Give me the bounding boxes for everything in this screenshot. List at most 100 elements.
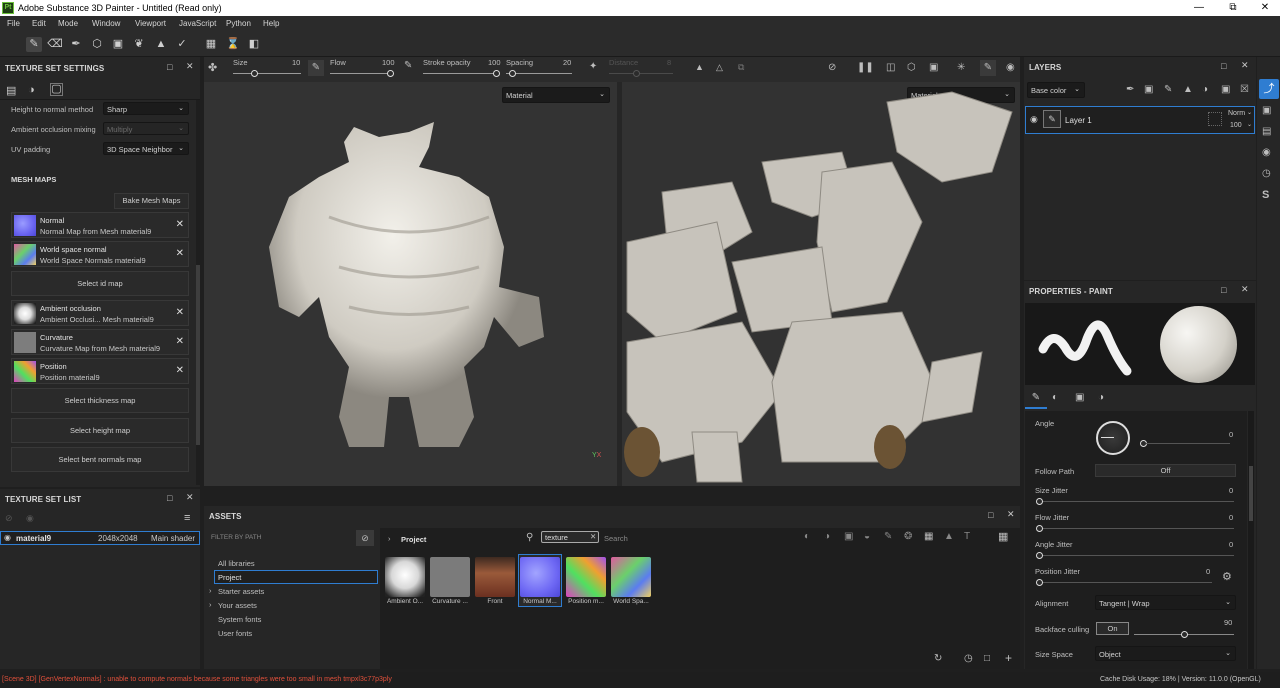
layer-opacity[interactable]: 100 (1230, 122, 1242, 129)
size-slider[interactable] (233, 73, 301, 74)
display-settings-icon[interactable]: ▣ (1262, 105, 1271, 116)
flow-jitter-slider[interactable] (1038, 528, 1234, 529)
add-mask-icon[interactable]: ▣ (1144, 84, 1153, 95)
select-bent-normals-map-button[interactable]: Select bent normals map (11, 447, 189, 472)
filter-brushes-icon[interactable]: ✎ (884, 531, 892, 542)
size-space-dropdown[interactable]: Object ⌄ (1095, 646, 1236, 661)
viewport-3d-mode-dropdown[interactable]: Material ⌄ (502, 87, 610, 103)
layer-visibility-eye-icon[interactable]: ◉ (1030, 114, 1038, 125)
menu-window[interactable]: Window (92, 19, 120, 28)
paint-brush-icon[interactable]: ✎ (26, 37, 42, 52)
grid-view-icon[interactable]: ▦ (998, 530, 1008, 543)
add-effect-icon[interactable]: ✒ (1126, 84, 1134, 95)
shading-tab-icon[interactable]: ◑ (28, 84, 35, 96)
follow-path-toggle[interactable]: Off (1095, 464, 1236, 477)
close-panel-icon[interactable]: ✕ (1007, 509, 1015, 520)
add-icon[interactable]: + (1005, 651, 1012, 665)
mesh-maps-tab-icon[interactable]: ▢ (50, 83, 63, 96)
history-panel-icon[interactable]: ◷ (1262, 168, 1271, 179)
chevron-right-icon[interactable]: › (209, 600, 212, 609)
texture-set-row[interactable]: ◉ material9 2048x2048 Main shader (0, 531, 200, 545)
close-panel-icon[interactable]: ✕ (1241, 284, 1249, 295)
backface-culling-handle[interactable] (1181, 631, 1188, 638)
menu-viewport[interactable]: Viewport (135, 19, 166, 28)
status-error-message[interactable]: [Scene 3D] [GenVertexNormals] : unable t… (2, 676, 392, 683)
backface-culling-toggle[interactable]: On (1096, 622, 1129, 635)
settings-scrollbar-track[interactable] (196, 100, 200, 485)
select-height-map-button[interactable]: Select height map (11, 418, 189, 443)
smudge-icon[interactable]: ❦ (131, 37, 147, 52)
stencil-tab-icon[interactable]: ▣ (1075, 392, 1084, 403)
screenshot-camera-icon[interactable]: ◉ (1006, 62, 1015, 73)
visibility-eye-icon[interactable]: ◉ (4, 533, 11, 542)
size-jitter-handle[interactable] (1036, 498, 1043, 505)
align-icon[interactable]: △ (716, 62, 723, 73)
flow-jitter-handle[interactable] (1036, 525, 1043, 532)
float-panel-icon[interactable]: □ (167, 62, 172, 72)
paint-mode-icon[interactable]: ✎ (980, 60, 996, 76)
geometry-mask-icon[interactable]: ⬡ (89, 37, 105, 52)
pause-icon[interactable]: ❚❚ (857, 62, 874, 73)
material-tab-icon[interactable]: ◐ (1052, 392, 1058, 403)
bake-mesh-maps-button[interactable]: Bake Mesh Maps (114, 193, 189, 209)
filter-toggle-icon[interactable]: ⊘ (356, 530, 374, 546)
float-panel-icon[interactable]: □ (1221, 285, 1226, 295)
asset-thumb-curvature[interactable] (430, 557, 470, 597)
select-thickness-map-button[interactable]: Select thickness map (11, 388, 189, 413)
mesh-map-slot-position[interactable]: Position Position material9 ✕ (11, 358, 189, 384)
height-to-normal-dropdown[interactable]: Sharp ⌄ (103, 102, 189, 115)
tree-starter-assets[interactable]: Starter assets (218, 587, 264, 596)
stroke-opacity-slider[interactable] (423, 73, 499, 74)
flow-slider-handle[interactable] (387, 70, 394, 77)
filter-masks-icon[interactable]: ▣ (844, 531, 853, 542)
color-picker-icon[interactable]: ✓ (174, 37, 190, 52)
float-panel-icon[interactable]: □ (167, 493, 172, 503)
list-options-icon[interactable]: ≡ (184, 512, 190, 524)
shader-settings-icon[interactable]: ▤ (1262, 126, 1271, 137)
blend-mode[interactable]: Norm (1228, 110, 1245, 117)
filter-textures-icon[interactable]: ◒ (864, 531, 870, 542)
split-view-icon[interactable]: ◫ (886, 62, 895, 73)
distance-slider-handle[interactable] (633, 70, 640, 77)
polygon-fill-icon[interactable]: ▣ (110, 37, 126, 52)
angle-dial[interactable] (1096, 421, 1130, 455)
alignment-dropdown[interactable]: Tangent | Wrap ⌄ (1095, 595, 1236, 610)
tree-user-fonts[interactable]: User fonts (218, 629, 252, 638)
settings-scrollbar-thumb[interactable] (196, 265, 200, 445)
jitter-settings-gear-icon[interactable]: ⚙ (1222, 570, 1232, 583)
environment-icon[interactable]: ✳ (957, 62, 965, 73)
close-panel-icon[interactable]: ✕ (186, 61, 194, 72)
menu-edit[interactable]: Edit (32, 19, 46, 28)
flow-slider[interactable] (330, 73, 392, 74)
search-input[interactable]: Search (604, 534, 628, 543)
remove-map-icon[interactable]: ✕ (176, 336, 184, 347)
remove-map-icon[interactable]: ✕ (176, 365, 184, 376)
close-panel-icon[interactable]: ✕ (1241, 60, 1249, 71)
angle-jitter-handle[interactable] (1036, 552, 1043, 559)
menu-mode[interactable]: Mode (58, 19, 78, 28)
add-fill-layer-icon[interactable]: ▲ (1183, 84, 1193, 95)
uv-padding-dropdown[interactable]: 3D Space Neighbor ⌄ (103, 142, 189, 155)
layer-mask-slot[interactable] (1208, 112, 1222, 126)
remove-map-icon[interactable]: ✕ (176, 307, 184, 318)
3d-view-icon[interactable]: ⬡ (907, 62, 916, 73)
close-panel-icon[interactable]: ✕ (186, 492, 194, 503)
breadcrumb[interactable]: Project (401, 535, 426, 544)
remove-map-icon[interactable]: ✕ (176, 248, 184, 259)
search-tag-chip[interactable]: texture ✕ (541, 531, 599, 543)
lazy-mouse-icon[interactable]: ✦ (589, 61, 597, 72)
filter-environment-icon[interactable]: ▲ (944, 531, 954, 542)
menu-python[interactable]: Python (226, 19, 251, 28)
properties-scrollbar[interactable] (1248, 411, 1254, 669)
chevron-right-icon[interactable]: › (209, 586, 212, 595)
camera-icon[interactable]: ▣ (929, 62, 938, 73)
properties-scrollbar-thumb[interactable] (1249, 466, 1253, 521)
mesh-map-slot-normal[interactable]: Normal Normal Map from Mesh material9 ✕ (11, 212, 189, 238)
layer-row[interactable]: ◉ ✎ Layer 1 Norm ⌄ 100 ⌄ (1025, 106, 1255, 134)
float-panel-icon[interactable]: □ (1221, 61, 1226, 71)
delete-layer-icon[interactable]: ☒ (1240, 84, 1249, 95)
mesh-map-slot-world-normal[interactable]: World space normal World Space Normals m… (11, 241, 189, 267)
chevron-right-icon[interactable]: › (388, 534, 391, 543)
bake-icon[interactable]: ▦ (203, 37, 219, 52)
tree-project[interactable]: Project (218, 573, 241, 582)
